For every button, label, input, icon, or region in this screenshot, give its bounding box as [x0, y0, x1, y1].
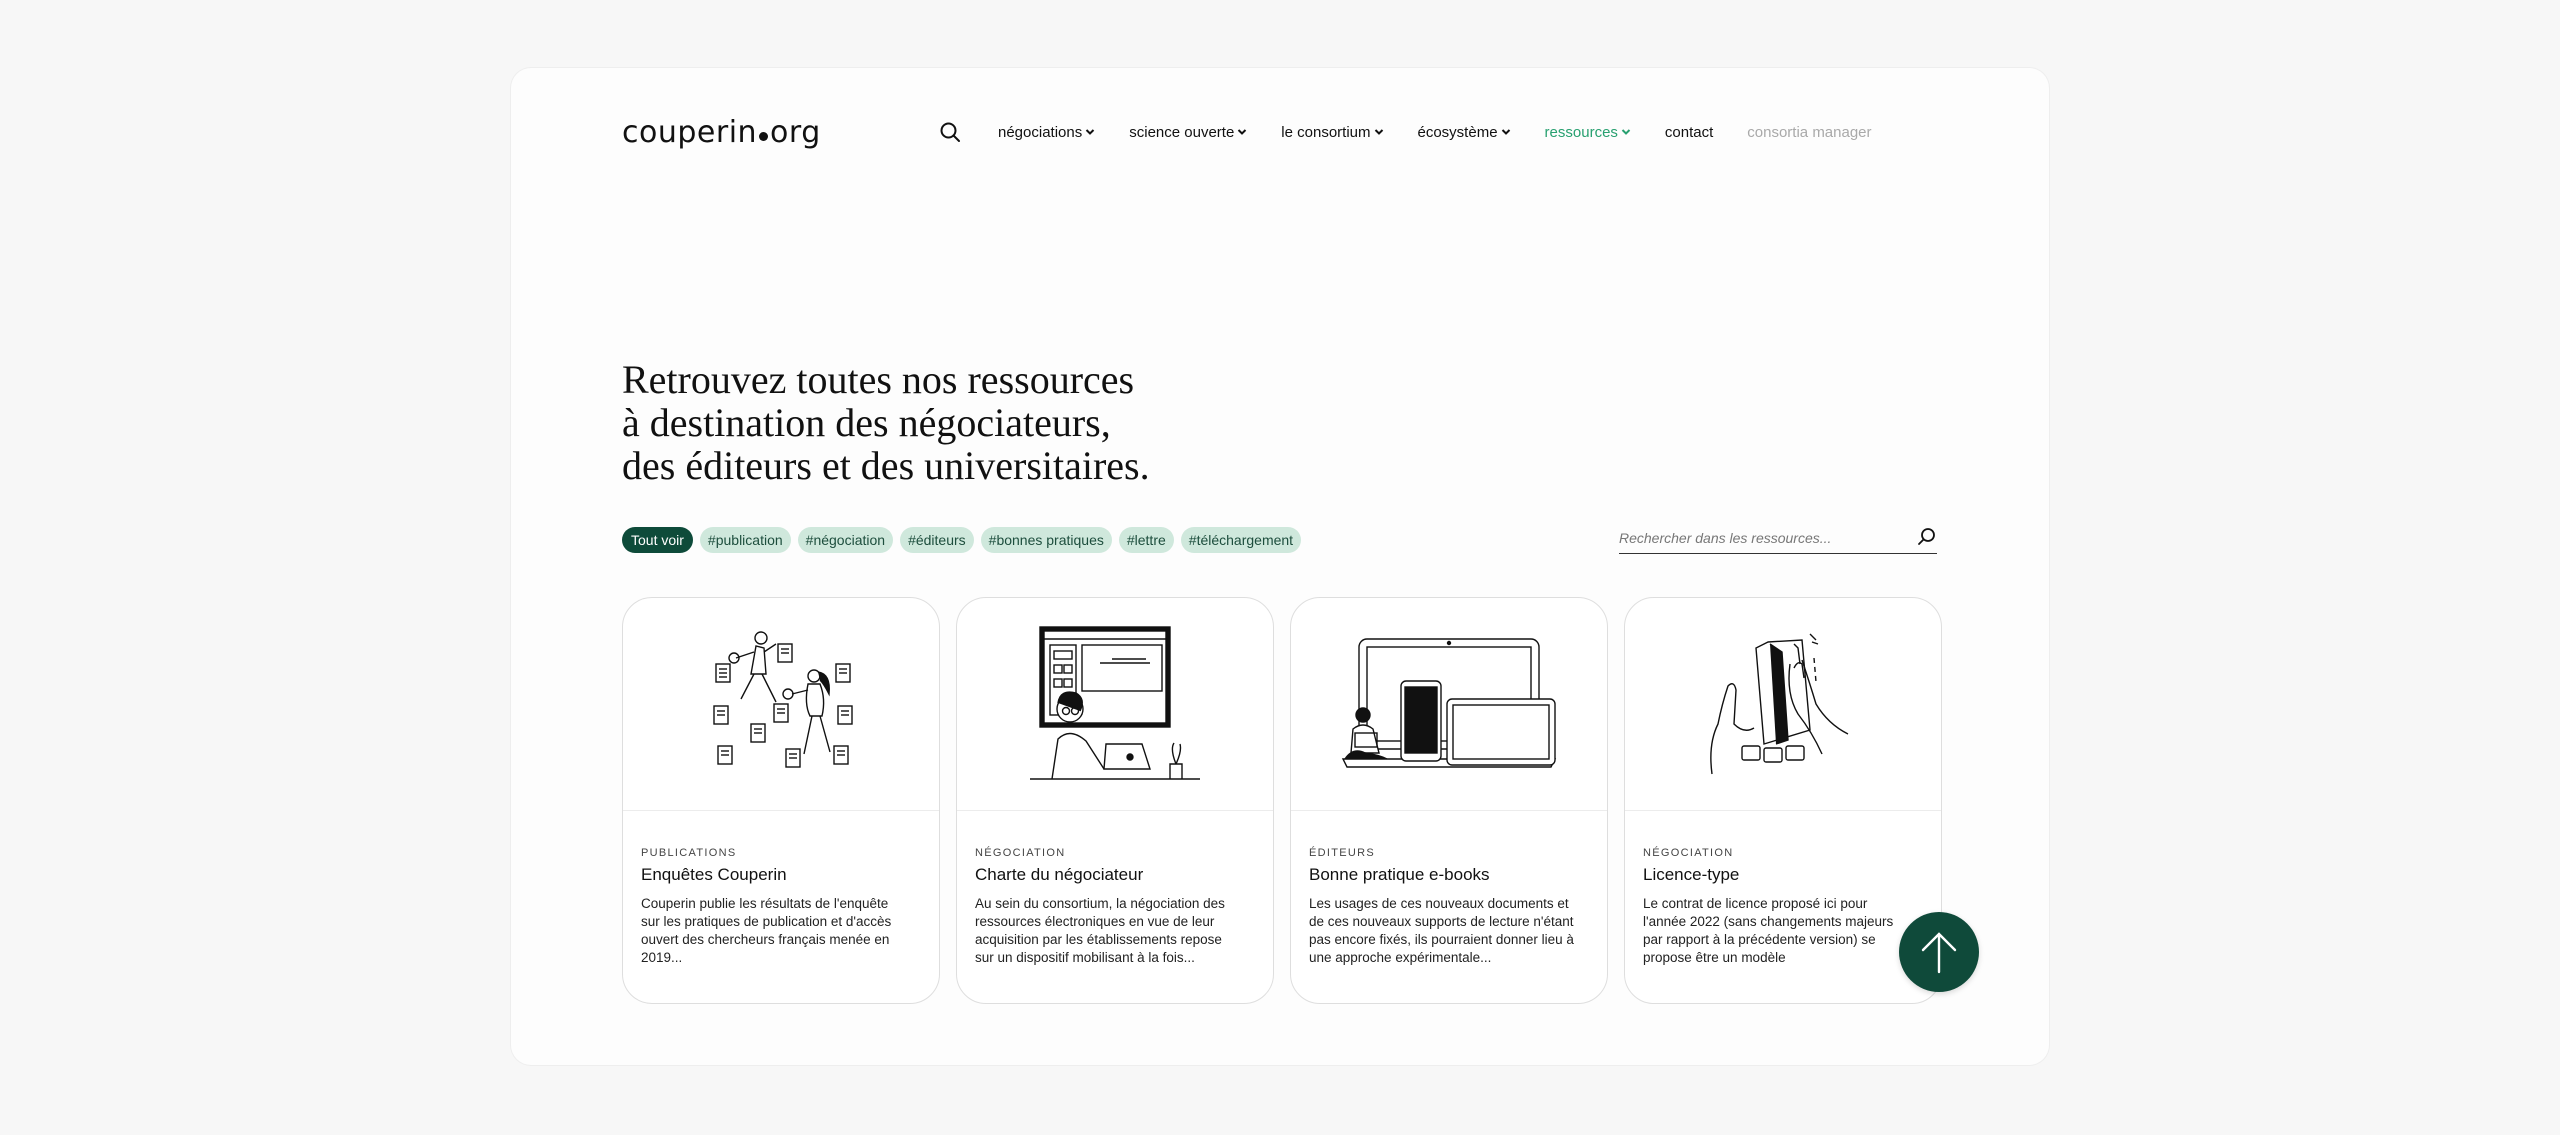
resource-card[interactable]: NÉGOCIATION Licence-type Le contrat de l…	[1624, 597, 1942, 1004]
logo-text-part2: org	[770, 115, 821, 150]
card-description: Couperin publie les résultats de l'enquê…	[641, 896, 892, 965]
devices-illustration	[1341, 638, 1557, 768]
nav-item-contact[interactable]: contact	[1665, 124, 1713, 141]
resource-card[interactable]: ÉDITEURS Bonne pratique e-books Les usag…	[1290, 597, 1608, 1004]
logo-text-part1: couperin	[622, 115, 758, 150]
card-description: Au sein du consortium, la négociation de…	[975, 896, 1225, 965]
filter-tag-editeurs[interactable]: #éditeurs	[900, 527, 974, 553]
filter-tag-publication[interactable]: #publication	[699, 527, 791, 553]
card-category: ÉDITEURS	[1309, 847, 1376, 859]
card-title: Charte du négociateur	[975, 865, 1144, 884]
resource-card[interactable]: PUBLICATIONS Enquêtes Couperin Couperin …	[622, 597, 940, 1004]
nav-item-label: ressources	[1544, 123, 1618, 141]
nav-item-label: science ouverte	[1129, 123, 1235, 141]
search-icon[interactable]	[1917, 527, 1937, 547]
nav-item-label: consortia manager	[1747, 123, 1872, 141]
card-category: PUBLICATIONS	[641, 847, 737, 859]
negotiator-laptop-illustration	[1030, 626, 1200, 780]
nav-item-label: le consortium	[1281, 123, 1371, 141]
nav-item-le-consortium[interactable]: le consortium	[1281, 124, 1383, 141]
people-documents-illustration	[713, 631, 853, 768]
page-title-line2: à destination des négociateurs,	[622, 400, 1111, 445]
chevron-down-icon	[1501, 129, 1510, 135]
card-illustration	[957, 598, 1273, 811]
nav-item-science-ouverte[interactable]: science ouverte	[1129, 124, 1247, 141]
chevron-down-icon	[1238, 129, 1247, 135]
resources-search	[1619, 523, 1937, 554]
card-illustration	[1291, 598, 1607, 811]
page-title-line1: Retrouvez toutes nos ressources	[622, 357, 1135, 402]
nav-item-negociations[interactable]: négociations	[998, 124, 1095, 141]
back-to-top-button[interactable]	[1899, 912, 1979, 992]
resources-search-input[interactable]	[1619, 523, 1899, 546]
page-title-line3: des éditeurs et des universitaires.	[622, 443, 1150, 488]
filter-tag-tout-voir[interactable]: Tout voir	[622, 527, 693, 553]
card-category: NÉGOCIATION	[1643, 847, 1734, 859]
card-title: Enquêtes Couperin	[641, 865, 787, 884]
nav-item-ressources[interactable]: ressources	[1545, 124, 1631, 141]
filter-tag-lettre[interactable]: #lettre	[1118, 527, 1174, 553]
card-category: NÉGOCIATION	[975, 847, 1066, 859]
card-illustration	[623, 598, 939, 811]
chevron-down-icon	[1086, 129, 1095, 135]
nav-item-consortia-manager[interactable]: consortia manager	[1747, 124, 1871, 141]
card-description: Les usages de ces nouveaux documents et …	[1309, 896, 1574, 965]
filter-tag-negociation[interactable]: #négociation	[797, 527, 894, 553]
site-logo[interactable]: couperin org	[622, 112, 821, 154]
page-title: Retrouvez toutes nos ressources à destin…	[622, 358, 1150, 487]
card-title: Bonne pratique e-books	[1309, 865, 1490, 884]
filter-tags: Tout voir #publication #négociation #édi…	[622, 527, 1302, 553]
filter-tag-telechargement[interactable]: #téléchargement	[1180, 527, 1302, 553]
nav-item-ecosysteme[interactable]: écosystème	[1418, 124, 1511, 141]
nav-item-label: négociations	[998, 123, 1083, 141]
chevron-down-icon	[1621, 129, 1631, 135]
resource-card[interactable]: NÉGOCIATION Charte du négociateur Au sei…	[956, 597, 1274, 1004]
logo-dot	[759, 132, 769, 141]
card-description: Le contrat de licence proposé ici pour l…	[1643, 896, 1894, 965]
main-nav: négociations science ouverte le consorti…	[939, 116, 1872, 148]
arrow-up-icon	[1921, 932, 1957, 974]
resource-cards: PUBLICATIONS Enquêtes Couperin Couperin …	[622, 597, 1942, 1004]
chevron-down-icon	[1374, 129, 1383, 135]
filter-tag-bonnes-pratiques[interactable]: #bonnes pratiques	[980, 527, 1112, 553]
nav-item-label: contact	[1664, 123, 1714, 141]
page-frame: couperin org négociations science ouverte…	[511, 68, 2049, 1065]
card-title: Licence-type	[1643, 865, 1740, 884]
nav-item-label: écosystème	[1417, 123, 1498, 141]
card-illustration	[1625, 598, 1941, 811]
hands-contract-illustration	[1710, 633, 1849, 775]
search-icon[interactable]	[939, 121, 961, 143]
